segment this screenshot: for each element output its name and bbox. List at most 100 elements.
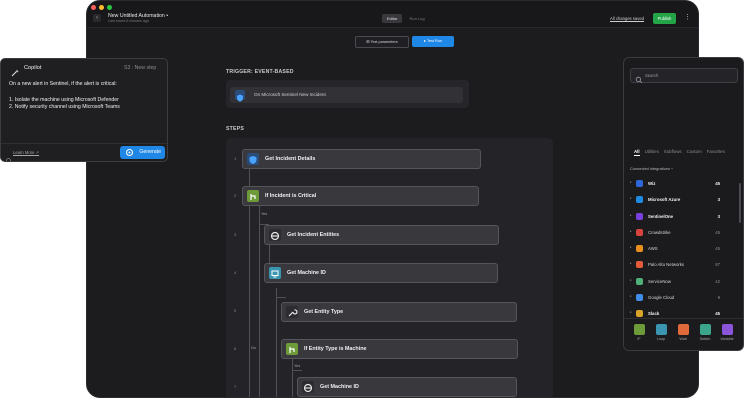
integration-logo-icon xyxy=(636,277,643,285)
integration-filter-tabs: All Utilities Subflows Custom Favorites xyxy=(634,149,725,156)
search-icon xyxy=(635,71,643,84)
integration-count: 45 xyxy=(715,246,720,252)
learn-more-link[interactable]: Learn More ↗ xyxy=(13,150,39,155)
minimize-window-button[interactable] xyxy=(99,5,104,10)
chevron-right-icon: ▸ xyxy=(630,261,632,266)
tab-favorites[interactable]: Favorites xyxy=(707,149,725,156)
unsaved-marker: • xyxy=(166,13,169,19)
group-label: Connected integrations xyxy=(630,166,671,171)
step-if-entity-type-machine[interactable]: If Entity Type is Machine xyxy=(281,339,518,359)
step-number: 6 xyxy=(234,346,237,351)
integration-count: 45 xyxy=(715,229,720,235)
test-parameters-button[interactable]: ⊞ Test parameters xyxy=(355,36,409,48)
mode-tabs: Editor Run Log xyxy=(382,14,430,23)
external-link-icon: ↗ xyxy=(35,150,40,155)
integration-name: Palo Alto Networks xyxy=(648,262,685,268)
utility-loop-button[interactable]: Loop xyxy=(652,324,670,341)
chevron-up-icon: ^ xyxy=(671,166,673,171)
integration-item[interactable]: ▸ Microsoft Azure 3 xyxy=(630,192,734,208)
if-branch-icon xyxy=(247,190,259,202)
search-input[interactable] xyxy=(645,71,733,79)
utility-wait-button[interactable]: Wait xyxy=(674,324,692,341)
integration-count: 3 xyxy=(717,197,720,203)
maximize-window-button[interactable] xyxy=(107,5,112,10)
inner-branch-connector xyxy=(292,370,302,371)
step-connector xyxy=(269,243,270,263)
tab-utilities[interactable]: Utilities xyxy=(645,149,659,156)
step-get-machine-id-2[interactable]: Get Machine ID xyxy=(297,377,517,397)
step-number: 7 xyxy=(234,384,237,389)
saved-status-link[interactable]: All changes saved xyxy=(610,16,644,21)
utility-switch-button[interactable]: Switch xyxy=(696,324,714,341)
utility-toolbar: IF Loop Wait Switch Variable xyxy=(624,318,743,350)
integration-item[interactable]: ▸ Palo Alto Networks 87 xyxy=(630,257,734,273)
publish-button[interactable]: Publish xyxy=(653,13,676,24)
tab-editor[interactable]: Editor xyxy=(382,14,403,23)
chevron-right-icon: ▸ xyxy=(630,245,632,250)
steps-section-label: STEPS xyxy=(226,126,245,132)
integration-item[interactable]: ▸ Google Cloud 9 xyxy=(630,290,734,306)
step-number: 3 xyxy=(234,232,237,237)
no-branch-label: No xyxy=(251,346,256,350)
parameters-icon: ⊞ xyxy=(366,40,370,44)
back-button[interactable]: ‹ xyxy=(93,14,101,22)
tab-custom[interactable]: Custom xyxy=(687,149,702,156)
integration-logo-icon xyxy=(636,261,643,269)
prompt-line: 1. Isolate the machine using Microsoft D… xyxy=(9,96,119,103)
step-number: 2 xyxy=(234,193,237,198)
copilot-panel: Copilot S3 : New step On a new alert in … xyxy=(0,58,168,162)
utility-if-button[interactable]: IF xyxy=(630,324,648,341)
play-icon: ▸ xyxy=(424,39,426,43)
integration-item[interactable]: ▸ Wiz 45 xyxy=(630,176,734,192)
utility-variable-button[interactable]: Variable xyxy=(718,324,736,341)
utility-label: Loop xyxy=(656,337,666,341)
step-get-incident-entities[interactable]: Get Incident Entities xyxy=(264,225,499,245)
test-run-label: Test Run xyxy=(426,39,442,43)
variable-icon xyxy=(721,324,733,335)
integrations-panel: All Utilities Subflows Custom Favorites … xyxy=(623,57,744,351)
integration-name: Microsoft Azure xyxy=(648,197,681,203)
step-get-entity-type[interactable]: Get Entity Type xyxy=(281,302,517,322)
integration-name: Slack xyxy=(648,311,660,317)
tab-run-log[interactable]: Run Log xyxy=(404,14,429,23)
integration-item[interactable]: ▸ AWS 45 xyxy=(630,241,734,257)
yes-branch-line xyxy=(259,205,260,397)
integration-logo-icon xyxy=(636,180,643,187)
test-run-button[interactable]: ▸ Test Run xyxy=(412,36,454,47)
prompt-line xyxy=(9,89,163,97)
generate-button[interactable]: Generate xyxy=(120,146,165,159)
tab-subflows[interactable]: Subflows xyxy=(664,149,682,156)
integration-count: 3 xyxy=(717,213,720,219)
last-saved-text: Last saved 6 minutes ago xyxy=(108,19,149,23)
close-window-button[interactable] xyxy=(91,5,96,10)
integration-name: Wiz xyxy=(648,181,656,186)
integration-search[interactable] xyxy=(630,68,738,84)
help-icon xyxy=(6,150,11,161)
step-get-machine-id[interactable]: Get Machine ID xyxy=(264,263,498,283)
integration-logo-icon xyxy=(636,196,643,204)
chevron-right-icon: ▸ xyxy=(630,212,632,217)
connected-integrations-header[interactable]: Connected integrations ^ xyxy=(630,166,673,171)
integration-name: Crowdstrike xyxy=(648,229,671,235)
step-label: If Incident is Critical xyxy=(265,193,317,199)
integration-item[interactable]: ▸ ServiceNow 42 xyxy=(630,274,734,290)
integration-logo-icon xyxy=(636,294,643,302)
nested-branch-line xyxy=(276,288,277,397)
sentinel-shield-icon xyxy=(235,90,245,102)
copilot-wand-icon xyxy=(11,64,19,82)
step-if-incident-critical[interactable]: If Incident is Critical xyxy=(242,186,479,206)
copilot-prompt-text[interactable]: On a new alert in Sentinel, if the alert… xyxy=(9,81,163,112)
integration-item[interactable]: ▸ SentinelOne 3 xyxy=(630,209,734,225)
chevron-right-icon: ▸ xyxy=(630,180,632,184)
prompt-line: On a new alert in Sentinel, if the alert… xyxy=(9,81,117,87)
step-get-incident-details[interactable]: Get Incident Details xyxy=(242,149,481,169)
integration-item[interactable]: ▸ Crowdstrike 45 xyxy=(630,225,734,241)
wrench-icon xyxy=(286,306,298,318)
more-options-icon[interactable]: ⋮ xyxy=(684,13,691,21)
switch-icon xyxy=(699,324,711,335)
trigger-card: On Microsoft Sentinel New Incident xyxy=(226,80,469,108)
step-label: Get Machine ID xyxy=(320,384,359,390)
scrollbar[interactable] xyxy=(739,183,741,223)
tab-all[interactable]: All xyxy=(634,149,640,156)
trigger-item[interactable]: On Microsoft Sentinel New Incident xyxy=(230,87,463,103)
